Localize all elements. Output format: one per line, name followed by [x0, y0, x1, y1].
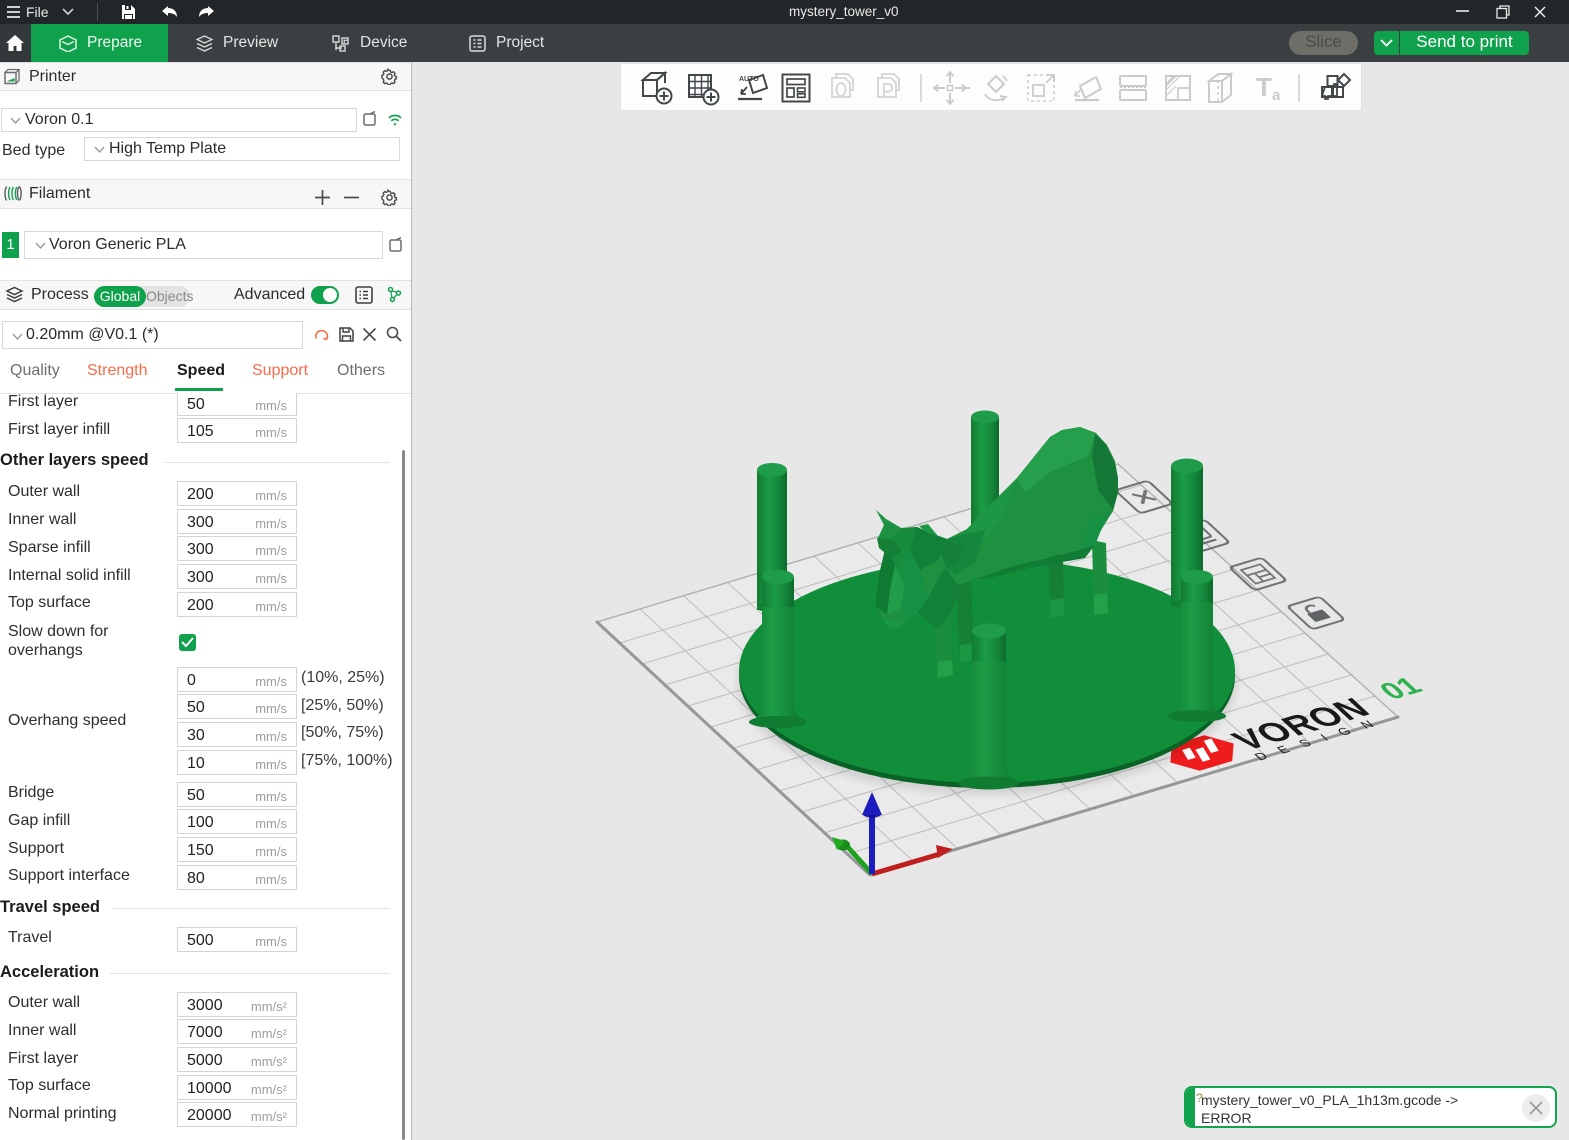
svg-text:01: 01: [1373, 673, 1429, 705]
svg-text:AUTO: AUTO: [739, 76, 759, 83]
svg-text:a: a: [1272, 87, 1281, 104]
svg-text:T: T: [1256, 72, 1272, 102]
